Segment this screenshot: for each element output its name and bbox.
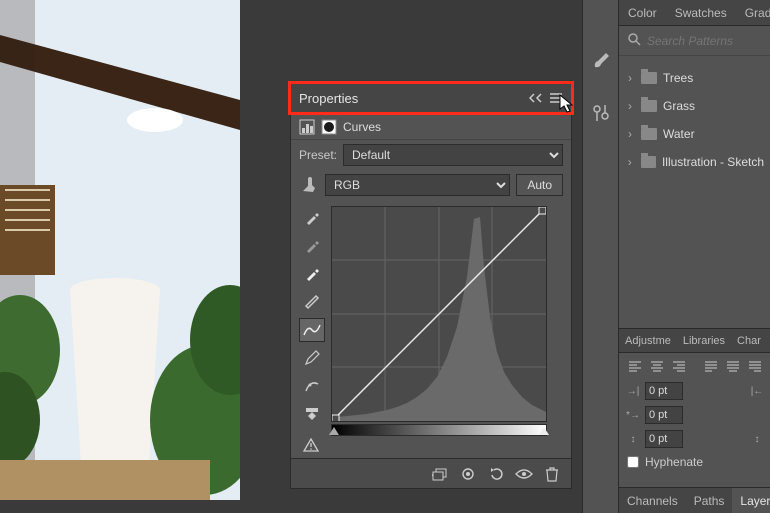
first-line-indent-icon: *→ xyxy=(625,407,641,423)
white-point-slider[interactable] xyxy=(539,427,549,435)
hyphenate-checkbox[interactable] xyxy=(627,456,639,468)
adjustment-header: Curves xyxy=(291,114,571,140)
tab-libraries[interactable]: Libraries xyxy=(677,329,731,352)
collapsed-panel-strip xyxy=(582,0,618,513)
tab-gradients[interactable]: Grad xyxy=(736,0,770,25)
view-previous-icon[interactable] xyxy=(459,465,477,483)
search-icon xyxy=(627,32,641,49)
paragraph-panel: Adjustme Libraries Char →| |← *→ ↕ xyxy=(619,328,770,473)
folder-icon xyxy=(641,156,656,168)
align-center-icon[interactable] xyxy=(647,358,667,374)
justify-left-icon[interactable] xyxy=(701,358,721,374)
properties-footer xyxy=(291,458,571,488)
delete-adjustment-icon[interactable] xyxy=(543,465,561,483)
properties-panel: Properties Curves Preset: Default RGB Au… xyxy=(290,83,572,489)
document-canvas[interactable] xyxy=(0,0,240,500)
clip-to-layer-icon[interactable] xyxy=(431,465,449,483)
space-before-icon: ↕ xyxy=(625,431,641,447)
tab-adjustments[interactable]: Adjustme xyxy=(619,329,677,352)
properties-tab[interactable]: Properties xyxy=(299,91,358,106)
align-right-icon[interactable] xyxy=(669,358,689,374)
hyphenate-label: Hyphenate xyxy=(645,455,703,469)
chevron-right-icon: › xyxy=(625,155,635,169)
tree-item[interactable]: › Trees xyxy=(625,64,764,92)
patterns-search-input[interactable] xyxy=(647,34,770,48)
channel-row: RGB Auto xyxy=(291,170,571,200)
adjustments-panel-icon[interactable] xyxy=(590,102,612,124)
folder-icon xyxy=(641,128,657,140)
preset-row: Preset: Default xyxy=(291,140,571,170)
chevron-right-icon: › xyxy=(625,99,635,113)
patterns-tree: › Trees › Grass › Water › Illustration - Ske… xyxy=(619,56,770,184)
channel-select[interactable]: RGB xyxy=(325,174,510,196)
tab-paths[interactable]: Paths xyxy=(686,488,733,513)
eyedropper-black-icon[interactable] xyxy=(299,206,325,230)
smooth-curve-icon[interactable] xyxy=(299,374,325,398)
chevron-right-icon: › xyxy=(625,127,635,141)
clipping-warning-icon xyxy=(303,438,319,455)
eyedropper-gray-icon[interactable] xyxy=(299,234,325,258)
paragraph-tabs: Adjustme Libraries Char xyxy=(619,329,770,353)
first-line-indent-input[interactable] xyxy=(645,406,683,424)
indent-left-icon: →| xyxy=(625,383,641,399)
tab-channels[interactable]: Channels xyxy=(619,488,686,513)
color-panel-tabs: Color Swatches Grad xyxy=(619,0,770,26)
tab-character[interactable]: Char xyxy=(731,329,767,352)
collapse-panel-icon[interactable] xyxy=(529,92,543,106)
input-gradient[interactable] xyxy=(331,424,547,436)
layers-panel-tabs: Channels Paths Layer xyxy=(619,487,770,513)
panel-menu-icon[interactable] xyxy=(549,92,563,106)
toggle-visibility-icon[interactable] xyxy=(515,465,533,483)
tree-item[interactable]: › Illustration - Sketch xyxy=(625,148,764,176)
right-panel-group: Color Swatches Grad › Trees › Grass › Water… xyxy=(618,0,770,513)
tree-label: Illustration - Sketch xyxy=(662,155,764,169)
curves-graph[interactable] xyxy=(331,206,547,422)
justify-center-icon[interactable] xyxy=(723,358,743,374)
reset-icon[interactable] xyxy=(487,465,505,483)
adjustment-type-label: Curves xyxy=(343,120,381,134)
curves-adjustment-icon xyxy=(299,119,315,135)
folder-icon xyxy=(641,100,657,112)
folder-icon xyxy=(641,72,657,84)
preset-select[interactable]: Default xyxy=(343,144,563,166)
tree-label: Grass xyxy=(663,99,695,113)
eyedropper-white-icon[interactable] xyxy=(299,262,325,286)
tree-label: Water xyxy=(663,127,695,141)
curves-options-icon[interactable] xyxy=(299,402,325,426)
tab-color[interactable]: Color xyxy=(619,0,666,25)
edit-points-icon[interactable] xyxy=(299,290,325,314)
curve-mode-icon[interactable] xyxy=(299,318,325,342)
align-left-icon[interactable] xyxy=(625,358,645,374)
indent-left-input[interactable] xyxy=(645,382,683,400)
tab-layers[interactable]: Layer xyxy=(732,488,770,513)
preset-label: Preset: xyxy=(299,148,337,162)
black-point-slider[interactable] xyxy=(329,427,339,435)
properties-tab-bar: Properties xyxy=(291,84,571,114)
targeted-adjust-icon[interactable] xyxy=(299,175,319,195)
space-before-input[interactable] xyxy=(645,430,683,448)
text-align-row xyxy=(619,353,770,379)
curves-tool-column xyxy=(299,206,327,436)
tree-item[interactable]: › Water xyxy=(625,120,764,148)
tree-item[interactable]: › Grass xyxy=(625,92,764,120)
brushes-panel-icon[interactable] xyxy=(590,50,612,72)
space-after-icon: ↕ xyxy=(749,431,765,447)
indent-right-icon: |← xyxy=(749,383,765,399)
auto-button[interactable]: Auto xyxy=(516,174,563,196)
patterns-search-row xyxy=(619,26,770,56)
layer-mask-icon xyxy=(321,119,337,135)
justify-right-icon[interactable] xyxy=(745,358,765,374)
tab-swatches[interactable]: Swatches xyxy=(666,0,736,25)
pencil-mode-icon[interactable] xyxy=(299,346,325,370)
chevron-right-icon: › xyxy=(625,71,635,85)
tree-label: Trees xyxy=(663,71,693,85)
